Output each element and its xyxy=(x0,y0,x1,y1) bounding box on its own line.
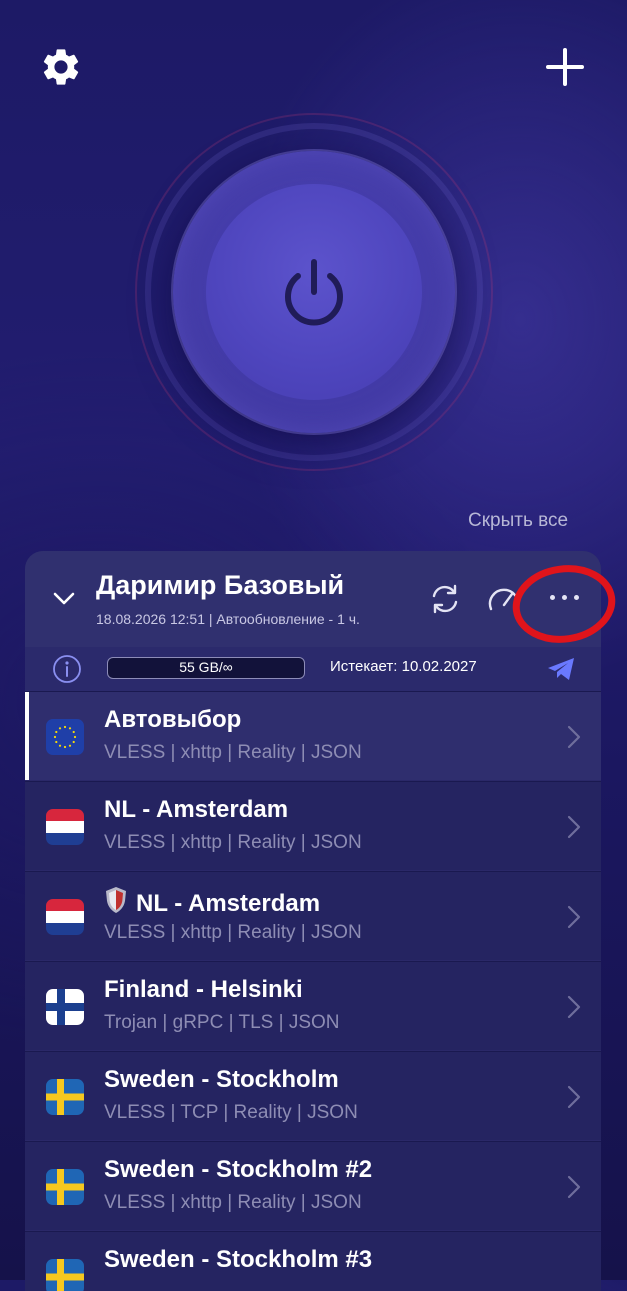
server-row-sweden-stockholm-3[interactable]: Sweden - Stockholm #3 xyxy=(25,1231,601,1291)
nl-flag-icon xyxy=(46,809,84,845)
settings-button[interactable] xyxy=(36,42,86,92)
add-button[interactable] xyxy=(540,42,590,92)
server-protocol: VLESS | xhttp | Reality | JSON xyxy=(104,922,362,943)
chevron-right-icon xyxy=(567,725,581,749)
refresh-icon[interactable] xyxy=(427,581,463,617)
server-row-nl-amsterdam[interactable]: NL - Amsterdam VLESS | xhttp | Reality |… xyxy=(25,781,601,870)
info-icon[interactable] xyxy=(52,654,82,684)
server-name-row: NL - Amsterdam xyxy=(104,886,320,918)
telegram-icon[interactable] xyxy=(546,655,576,683)
server-protocol: VLESS | xhttp | Reality | JSON xyxy=(104,742,362,763)
server-name: Sweden - Stockholm xyxy=(104,1066,339,1093)
subscription-panel: Даримир Базовый 18.08.2026 12:51 | Автоо… xyxy=(25,551,601,1291)
power-icon xyxy=(285,259,343,326)
power-button-inner xyxy=(206,184,422,400)
server-name: NL - Amsterdam xyxy=(136,890,321,917)
chevron-right-icon xyxy=(567,995,581,1019)
subscription-info-row: 55 GB/∞ Истекает: 10.02.2027 xyxy=(25,647,601,691)
power-area xyxy=(130,108,498,476)
shield-icon xyxy=(106,887,126,913)
connect-power-button[interactable] xyxy=(173,151,455,433)
fi-flag-icon xyxy=(46,989,84,1025)
server-name: Автовыбор xyxy=(104,706,242,733)
server-name: Sweden - Stockholm #2 xyxy=(104,1156,373,1183)
server-protocol: VLESS | xhttp | Reality | JSON xyxy=(104,1192,362,1213)
server-row-autoselect[interactable]: Автовыбор VLESS | xhttp | Reality | JSON xyxy=(25,691,601,780)
chevron-right-icon xyxy=(567,905,581,929)
plus-icon xyxy=(546,48,584,86)
server-name: Sweden - Stockholm #3 xyxy=(104,1246,373,1273)
expiration-date: Истекает: 10.02.2027 xyxy=(330,658,477,675)
chevron-right-icon xyxy=(567,1175,581,1199)
server-row-sweden-stockholm-2[interactable]: Sweden - Stockholm #2 VLESS | xhttp | Re… xyxy=(25,1141,601,1230)
chevron-right-icon xyxy=(567,1085,581,1109)
traffic-usage-bar: 55 GB/∞ xyxy=(107,657,305,679)
server-protocol: VLESS | xhttp | Reality | JSON xyxy=(104,832,362,853)
server-row-nl-amsterdam-secure[interactable]: NL - Amsterdam VLESS | xhttp | Reality |… xyxy=(25,871,601,960)
hide-all-link[interactable]: Скрыть все xyxy=(468,510,568,532)
se-flag-icon xyxy=(46,1259,84,1291)
chevron-down-icon[interactable] xyxy=(47,581,81,615)
server-row-sweden-stockholm[interactable]: Sweden - Stockholm VLESS | TCP | Reality… xyxy=(25,1051,601,1140)
se-flag-icon xyxy=(46,1079,84,1115)
subscription-meta: 18.08.2026 12:51 | Автообновление - 1 ч. xyxy=(96,611,360,627)
subscription-title: Даримир Базовый xyxy=(96,570,345,600)
server-name: Finland - Helsinki xyxy=(104,976,303,1003)
gear-icon xyxy=(43,49,79,85)
se-flag-icon xyxy=(46,1169,84,1205)
server-protocol: Trojan | gRPC | TLS | JSON xyxy=(104,1012,340,1033)
server-name: NL - Amsterdam xyxy=(104,796,289,823)
eu-flag-icon xyxy=(46,719,84,755)
chevron-right-icon xyxy=(567,815,581,839)
server-protocol: VLESS | TCP | Reality | JSON xyxy=(104,1102,358,1123)
nl-flag-icon xyxy=(46,899,84,935)
server-row-finland-helsinki[interactable]: Finland - Helsinki Trojan | gRPC | TLS |… xyxy=(25,961,601,1050)
highlight-circle-annotation xyxy=(512,565,616,643)
